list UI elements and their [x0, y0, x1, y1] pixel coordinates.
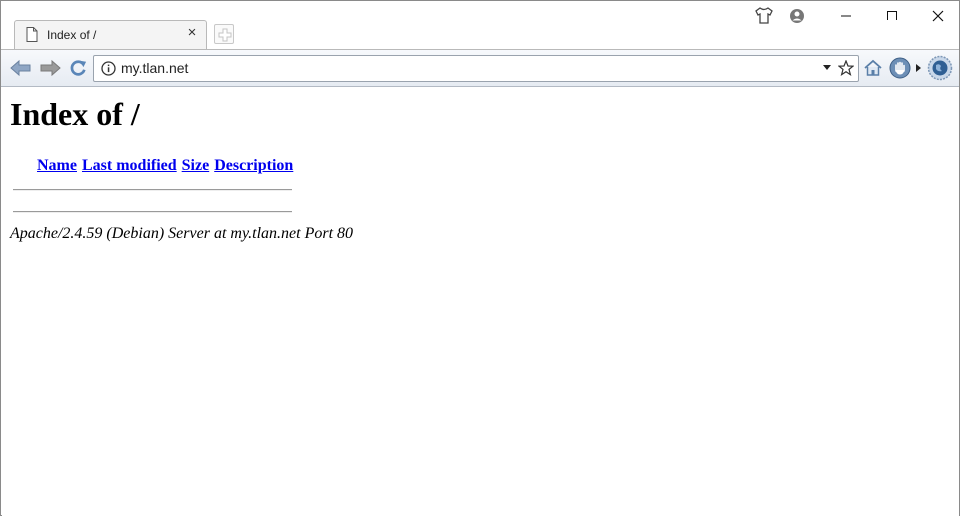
- shirt-icon[interactable]: [755, 7, 773, 24]
- close-window-button[interactable]: [914, 1, 960, 31]
- close-icon: [932, 10, 944, 22]
- minimize-icon: [841, 15, 851, 17]
- plus-icon: [218, 28, 232, 42]
- chevron-right-icon[interactable]: [916, 64, 922, 72]
- page-heading: Index of /: [10, 96, 140, 132]
- profile-icon[interactable]: [789, 8, 805, 24]
- server-signature: Apache/2.4.59 (Debian) Server at my.tlan…: [10, 225, 354, 242]
- maximize-icon: [887, 11, 897, 20]
- tab-title: Index of /: [47, 28, 97, 42]
- column-description-link[interactable]: Description: [214, 157, 293, 174]
- maximize-button[interactable]: [869, 1, 915, 31]
- hand-icon[interactable]: [889, 57, 911, 79]
- home-icon[interactable]: [863, 58, 883, 78]
- dropdown-arrow-icon[interactable]: [823, 65, 831, 71]
- column-header-row: Name Last modified Size Description: [37, 157, 294, 175]
- globe-icon[interactable]: [927, 55, 953, 81]
- document-icon: [26, 27, 38, 42]
- browser-window: Index of / × my.tlan.net Index of / Name…: [0, 0, 960, 516]
- url-text[interactable]: my.tlan.net: [121, 56, 188, 81]
- toolbar: my.tlan.net: [1, 49, 959, 87]
- tab-close-icon[interactable]: ×: [185, 25, 199, 40]
- forward-arrow-icon[interactable]: [39, 59, 61, 77]
- column-size-link[interactable]: Size: [182, 157, 210, 174]
- column-last-modified-link[interactable]: Last modified: [82, 157, 177, 174]
- tab-strip: Index of / ×: [1, 1, 959, 49]
- reload-icon[interactable]: [68, 59, 88, 77]
- minimize-button[interactable]: [823, 1, 869, 31]
- info-icon[interactable]: [101, 61, 116, 76]
- tab-index[interactable]: Index of / ×: [14, 20, 207, 49]
- back-arrow-icon[interactable]: [10, 59, 32, 77]
- divider-bottom: [13, 211, 292, 213]
- new-tab-button[interactable]: [214, 24, 234, 44]
- address-bar[interactable]: my.tlan.net: [93, 55, 859, 82]
- column-name-link[interactable]: Name: [37, 157, 77, 174]
- divider-top: [13, 189, 292, 191]
- star-icon[interactable]: [838, 60, 854, 76]
- page-content: Index of / Name Last modified Size Descr…: [2, 88, 959, 516]
